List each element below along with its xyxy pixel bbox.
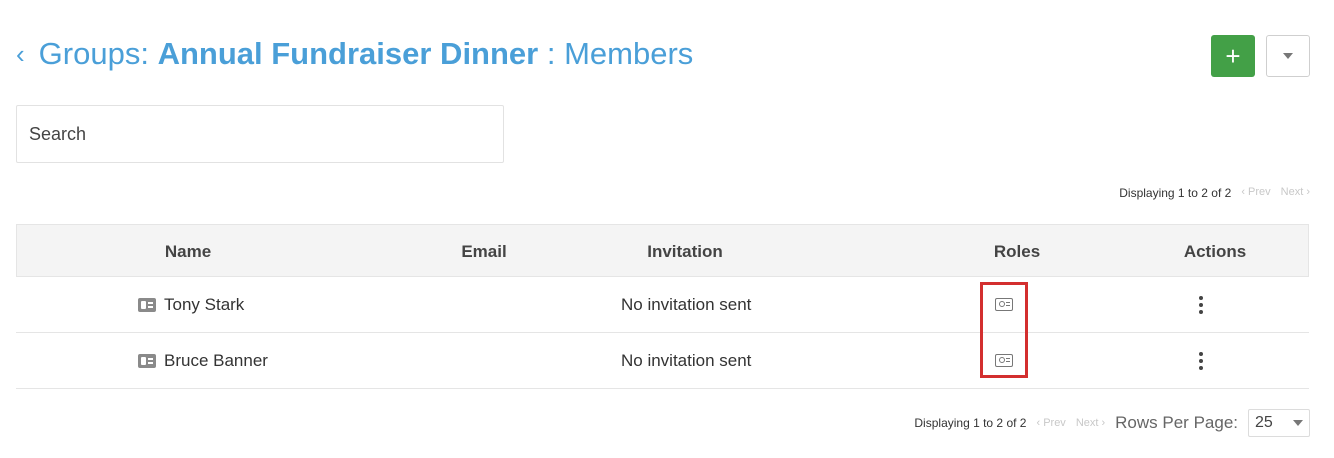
table-row: Bruce Banner No invitation sent — [16, 333, 1309, 389]
actions-cell[interactable] — [1195, 277, 1207, 332]
column-header-name[interactable]: Name — [165, 225, 211, 278]
search-input[interactable] — [16, 105, 504, 163]
caret-down-icon — [1293, 420, 1303, 426]
invitation-status: No invitation sent — [621, 350, 752, 370]
rows-per-page-value: 25 — [1255, 414, 1273, 431]
column-header-actions: Actions — [1183, 242, 1247, 261]
page-header: ‹ Groups: Annual Fundraiser Dinner : Mem… — [16, 32, 693, 76]
kebab-menu-icon[interactable] — [1195, 292, 1207, 318]
page-title: Groups: Annual Fundraiser Dinner : Membe… — [39, 36, 694, 72]
member-name-cell[interactable]: Bruce Banner — [138, 333, 268, 388]
title-suffix: : Members — [546, 36, 694, 71]
caret-down-icon — [1283, 53, 1293, 59]
role-card-icon[interactable] — [995, 354, 1013, 367]
column-header-invitation[interactable]: Invitation — [647, 225, 723, 278]
rows-per-page-select[interactable]: 25 — [1248, 409, 1310, 437]
prev-page-link[interactable]: ‹ Prev — [1241, 186, 1270, 200]
rows-per-page-label: Rows Per Page: — [1115, 413, 1238, 432]
column-header-email[interactable]: Email — [461, 225, 506, 278]
prev-page-link[interactable]: ‹ Prev — [1036, 417, 1065, 429]
next-page-link[interactable]: Next › — [1281, 186, 1310, 200]
roles-cell[interactable] — [995, 333, 1013, 388]
column-header-roles: Roles — [993, 242, 1041, 261]
actions-cell[interactable] — [1195, 333, 1207, 388]
pagination-bottom: Displaying 1 to 2 of 2 ‹ Prev Next › Row… — [914, 408, 1310, 438]
group-name[interactable]: Annual Fundraiser Dinner — [158, 36, 539, 71]
pagination-status: Displaying 1 to 2 of 2 — [914, 416, 1027, 430]
member-name[interactable]: Bruce Banner — [164, 351, 268, 371]
id-card-icon — [138, 353, 156, 368]
table-header: Name Email Invitation Roles Actions — [16, 224, 1309, 277]
next-page-link[interactable]: Next › — [1076, 417, 1105, 429]
pagination-status: Displaying 1 to 2 of 2 — [1119, 186, 1232, 200]
member-name-cell[interactable]: Tony Stark — [138, 277, 244, 332]
role-card-icon[interactable] — [995, 298, 1013, 311]
members-table: Name Email Invitation Roles Actions Tony… — [16, 224, 1309, 389]
options-dropdown-button[interactable] — [1266, 35, 1310, 77]
roles-cell[interactable] — [995, 277, 1013, 332]
member-name[interactable]: Tony Stark — [164, 295, 244, 315]
title-prefix: Groups: — [38, 36, 149, 71]
kebab-menu-icon[interactable] — [1195, 348, 1207, 374]
add-member-button[interactable]: + — [1211, 35, 1255, 77]
pagination-top: Displaying 1 to 2 of 2 ‹ Prev Next › — [1119, 186, 1310, 200]
invitation-status: No invitation sent — [621, 294, 752, 314]
id-card-icon — [138, 297, 156, 312]
table-row: Tony Stark No invitation sent — [16, 277, 1309, 333]
back-chevron-icon[interactable]: ‹ — [16, 41, 25, 67]
